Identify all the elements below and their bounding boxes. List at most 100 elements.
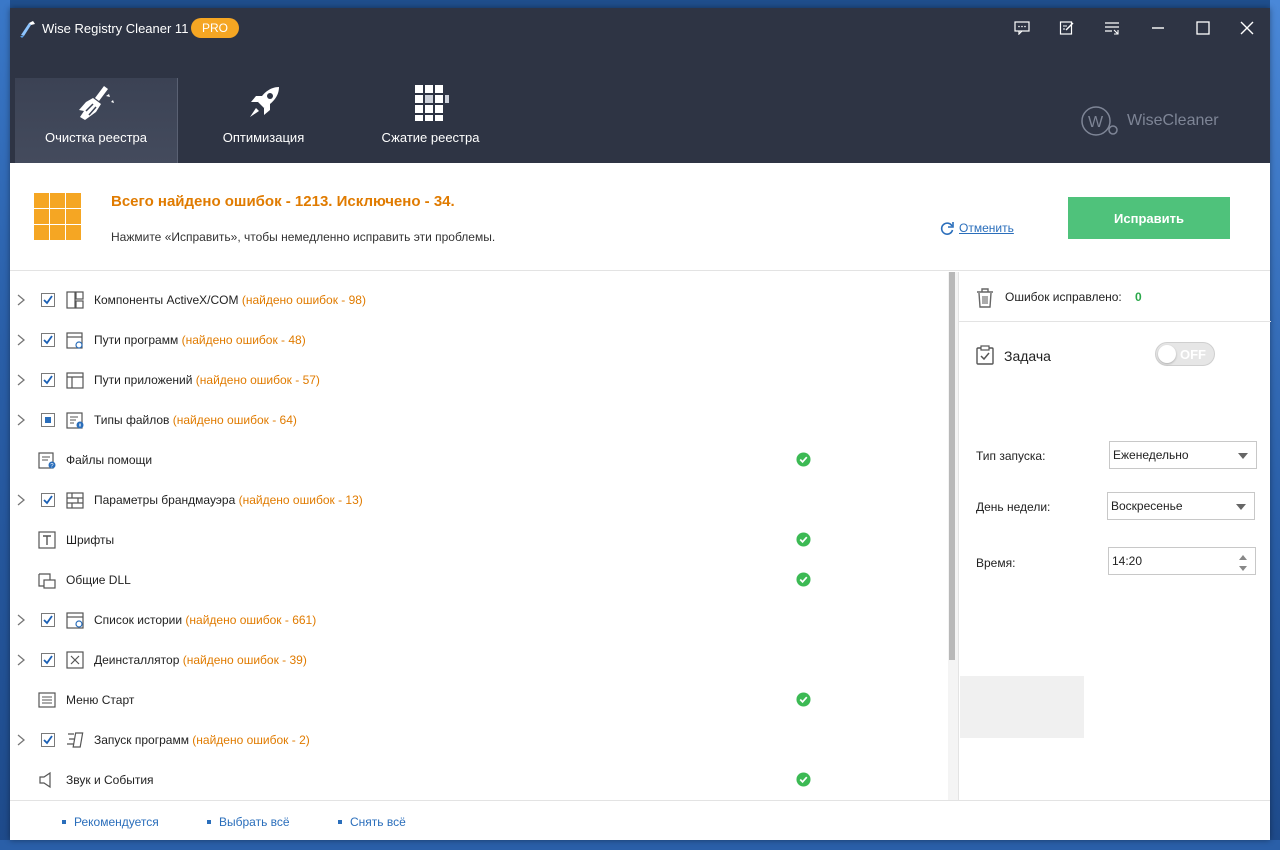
title-bar[interactable]: Wise Registry Cleaner 11 PRO [10,8,1270,48]
item-checkbox[interactable] [41,293,55,307]
maximize-icon[interactable] [1191,16,1215,40]
chevron-right-icon[interactable] [16,614,26,626]
item-label: Деинсталлятор (найдено ошибок - 39) [94,653,307,667]
chevron-right-icon[interactable] [16,294,26,306]
list-scrollbar-thumb[interactable] [949,272,955,660]
registry-item-row[interactable]: ? Файлы помощи [10,440,948,480]
registry-item-row[interactable]: Звук и События [10,760,948,800]
item-error-count: (найдено ошибок - 39) [182,653,307,667]
close-icon[interactable] [1235,16,1259,40]
item-label: Типы файлов (найдено ошибок - 64) [94,413,297,427]
run-type-label: Тип запуска: [976,449,1046,463]
ok-check-icon [796,572,811,587]
tab-registry-defrag[interactable]: Сжатие реестра [349,78,512,163]
firewall-icon [66,492,84,509]
registry-item-row[interactable]: Компоненты ActiveX/COM (найдено ошибок -… [10,280,948,320]
chevron-right-icon[interactable] [16,414,26,426]
svg-text:W: W [1088,114,1104,131]
item-label: Запуск программ (найдено ошибок - 2) [94,733,310,747]
item-error-count: (найдено ошибок - 57) [195,373,320,387]
run-type-select[interactable]: Еженедельно [1109,441,1257,469]
sound-icon [39,771,51,789]
summary-subtitle: Нажмите «Исправить», чтобы немедленно ис… [111,230,496,244]
file-types-icon [66,412,84,429]
stepper-down-icon[interactable] [1239,566,1247,571]
item-checkbox[interactable] [41,333,55,347]
dll-icon [38,573,56,589]
wisecleaner-brand: W WiseCleaner [1077,104,1219,138]
weekday-label: День недели: [976,500,1051,514]
time-label: Время: [976,556,1016,570]
tab-registry-cleaner[interactable]: Очистка реестра [15,78,178,163]
item-name: Пути программ [94,333,179,347]
chevron-right-icon[interactable] [16,654,26,666]
item-label: Общие DLL [66,573,131,587]
select-all-link[interactable]: Выбрать всё [207,815,290,829]
task-label: Задача [1004,348,1051,364]
ok-check-icon [796,692,811,707]
app-path-icon [66,372,84,389]
undo-link[interactable]: Отменить [939,220,1014,236]
item-checkbox[interactable] [41,613,55,627]
menu-icon[interactable] [1100,16,1124,40]
history-icon [66,612,84,629]
item-checkbox[interactable] [41,413,55,427]
registry-item-row[interactable]: Общие DLL [10,560,948,600]
item-label: Файлы помощи [66,453,152,467]
registry-item-row[interactable]: Деинсталлятор (найдено ошибок - 39) [10,640,948,680]
registry-item-row[interactable]: Пути приложений (найдено ошибок - 57) [10,360,948,400]
weekday-value: Воскресенье [1111,499,1183,513]
item-name: Список истории [94,613,183,627]
weekday-select[interactable]: Воскресенье [1107,492,1255,520]
footer-bar: Рекомендуется Выбрать всё Снять всё [10,800,1270,840]
registry-item-row[interactable]: Меню Старт [10,680,948,720]
tab-label: Очистка реестра [44,130,148,145]
registry-item-row[interactable]: Типы файлов (найдено ошибок - 64) [10,400,948,440]
time-stepper[interactable]: 14:20 [1108,547,1256,575]
fix-button[interactable]: Исправить [1068,197,1230,239]
chevron-right-icon[interactable] [16,374,26,386]
item-name: Запуск программ [94,733,189,747]
feedback-icon[interactable] [1010,16,1034,40]
scan-summary: Всего найдено ошибок - 1213. Исключено -… [10,163,1270,271]
item-name: Компоненты ActiveX/COM [94,293,239,307]
item-checkbox[interactable] [41,373,55,387]
start-menu-icon [38,692,56,708]
stepper-up-icon[interactable] [1239,555,1247,560]
item-error-count: (найдено ошибок - 64) [172,413,297,427]
activex-icon [66,291,84,309]
fixed-errors-count: 0 [1135,290,1142,304]
broom-icon [79,86,114,120]
task-toggle[interactable]: OFF [1155,342,1215,366]
chevron-down-icon [1238,453,1248,459]
desktop-background-right [1270,0,1280,850]
item-checkbox[interactable] [41,733,55,747]
fixed-errors-label: Ошибок исправлено: [1005,290,1122,304]
desktop-background-left [0,0,10,850]
chevron-right-icon[interactable] [16,334,26,346]
registry-item-row[interactable]: Пути программ (найдено ошибок - 48) [10,320,948,360]
recommended-link[interactable]: Рекомендуется [62,815,159,829]
item-checkbox[interactable] [41,493,55,507]
item-label: Компоненты ActiveX/COM (найдено ошибок -… [94,293,366,307]
edit-icon[interactable] [1055,16,1079,40]
chevron-right-icon[interactable] [16,494,26,506]
summary-title: Всего найдено ошибок - 1213. Исключено -… [111,193,455,210]
deselect-all-link[interactable]: Снять всё [338,815,406,829]
minimize-icon[interactable] [1146,16,1170,40]
rocket-icon [249,87,279,117]
app-window: Wise Registry Cleaner 11 PRO Очистка рее… [10,8,1271,840]
item-label: Пути приложений (найдено ошибок - 57) [94,373,320,387]
checkmark-icon [43,495,53,505]
chevron-right-icon[interactable] [16,734,26,746]
item-name: Файлы помощи [66,453,153,467]
tab-optimization[interactable]: Оптимизация [182,78,345,163]
registry-item-row[interactable]: Запуск программ (найдено ошибок - 2) [10,720,948,760]
registry-item-row[interactable]: Шрифты [10,520,948,560]
item-checkbox[interactable] [41,653,55,667]
toggle-knob [1158,345,1176,363]
registry-item-row[interactable]: Параметры брандмауэра (найдено ошибок - … [10,480,948,520]
item-label: Список истории (найдено ошибок - 661) [94,613,316,627]
registry-item-row[interactable]: Список истории (найдено ошибок - 661) [10,600,948,640]
checkmark-icon [43,735,53,745]
